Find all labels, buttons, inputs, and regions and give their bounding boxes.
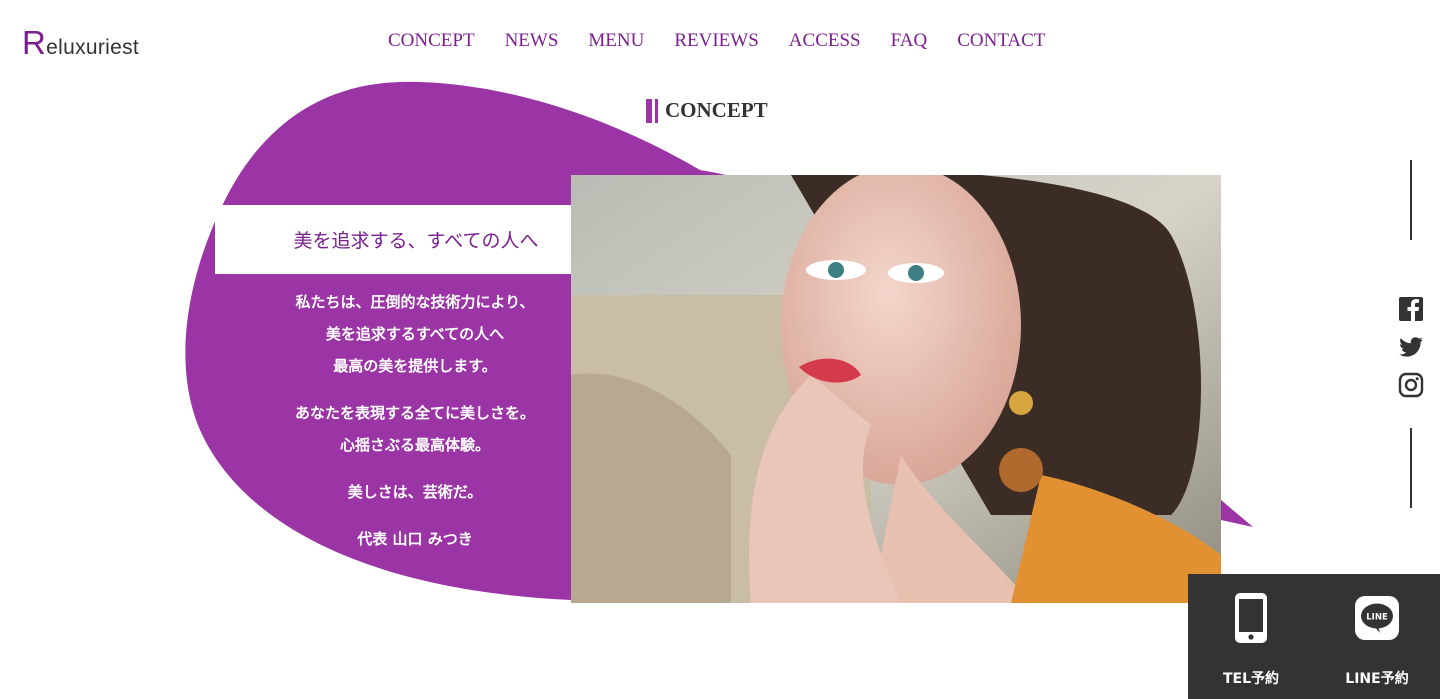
tel-reserve-button[interactable]: TEL予約 — [1188, 574, 1314, 699]
nav-faq[interactable]: FAQ — [891, 30, 928, 52]
line-reserve-button[interactable]: LINE LINE予約 — [1314, 574, 1440, 699]
portrait-image — [571, 175, 1221, 603]
concept-body: 私たちは、圧倒的な技術力により、 美を追求するすべての人へ 最高の美を提供します… — [215, 286, 615, 570]
concept-line: 美しさは、芸術だ。 — [347, 483, 483, 501]
concept-paragraph: 美しさは、芸術だ。 — [215, 476, 615, 508]
line-icon: LINE — [1354, 592, 1400, 644]
line-badge-text: LINE — [1366, 613, 1388, 623]
section-title: CONCEPT — [646, 98, 768, 123]
facebook-icon[interactable] — [1398, 296, 1424, 322]
concept-line: 美を追求するすべての人へ — [325, 325, 505, 343]
title-bar-mark — [646, 98, 658, 123]
concept-paragraph: 私たちは、圧倒的な技術力により、 美を追求するすべての人へ 最高の美を提供します… — [215, 286, 615, 382]
nav-contact[interactable]: CONTACT — [957, 30, 1045, 52]
section-title-text: CONCEPT — [665, 98, 768, 122]
logo-rest: eluxuriest — [46, 36, 140, 59]
nav-reviews[interactable]: REVIEWS — [674, 30, 758, 52]
concept-line: 最高の美を提供します。 — [333, 357, 497, 375]
concept-paragraph: あなたを表現する全てに美しさを。 心揺さぶる最高体験。 — [215, 397, 615, 461]
concept-line: 心揺さぶる最高体験。 — [339, 436, 490, 454]
nav-access[interactable]: ACCESS — [789, 30, 861, 52]
page: Reluxuriest CONCEPT NEWS MENU REVIEWS AC… — [0, 0, 1440, 699]
tel-reserve-label: TEL予約 — [1222, 671, 1280, 687]
concept-line: あなたを表現する全てに美しさを。 — [294, 404, 535, 422]
nav-concept[interactable]: CONCEPT — [388, 30, 475, 52]
line-reserve-label: LINE予約 — [1345, 671, 1409, 687]
instagram-icon[interactable] — [1398, 372, 1424, 398]
concept-headline: 美を追求する、すべての人へ — [293, 230, 539, 252]
logo-initial: R — [22, 24, 47, 61]
main-nav: CONCEPT NEWS MENU REVIEWS ACCESS FAQ CON… — [388, 30, 1045, 52]
side-divider — [1410, 160, 1412, 240]
concept-line: 私たちは、圧倒的な技術力により、 — [295, 293, 535, 311]
site-logo[interactable]: Reluxuriest — [22, 24, 139, 62]
twitter-icon[interactable] — [1398, 334, 1424, 360]
concept-headline-box: 美を追求する、すべての人へ — [215, 205, 617, 274]
nav-menu[interactable]: MENU — [588, 30, 644, 52]
side-divider — [1410, 428, 1412, 508]
concept-paragraph: 代表 山口 みつき — [215, 523, 615, 555]
concept-signature: 代表 山口 みつき — [357, 530, 473, 548]
phone-icon — [1228, 592, 1274, 644]
nav-news[interactable]: NEWS — [505, 30, 559, 52]
concept-photo — [571, 175, 1221, 603]
reservation-panel: TEL予約 LINE LINE予約 — [1188, 574, 1440, 699]
